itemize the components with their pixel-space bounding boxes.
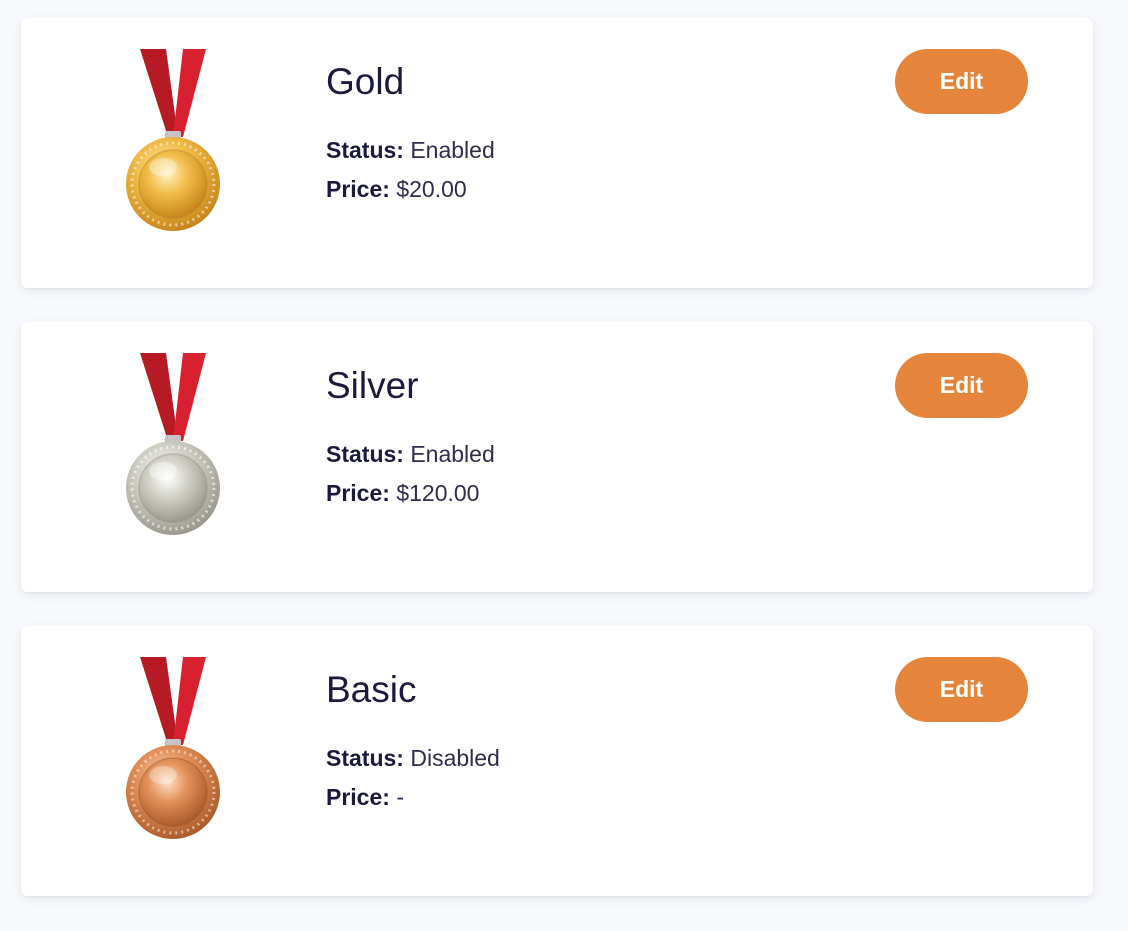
edit-button[interactable]: Edit [895,657,1028,722]
price-value: - [396,784,404,810]
price-value: $20.00 [396,176,467,202]
status-value: Enabled [410,137,495,163]
price-row: Price: $20.00 [326,175,467,203]
status-label: Status: [326,137,404,163]
edit-button[interactable]: Edit [895,353,1028,418]
price-label: Price: [326,784,390,810]
status-value: Disabled [410,745,500,771]
status-label: Status: [326,441,404,467]
plan-title: Gold [326,61,405,102]
price-label: Price: [326,480,390,506]
silver-medal-icon [117,353,229,535]
bronze-medal-icon [117,657,229,839]
status-label: Status: [326,745,404,771]
plan-card-gold: Gold Status: Enabled Price: $20.00 Edit [21,18,1093,288]
edit-button[interactable]: Edit [895,49,1028,114]
status-row: Status: Disabled [326,744,500,772]
status-value: Enabled [410,441,495,467]
price-row: Price: $120.00 [326,479,479,507]
price-row: Price: - [326,783,404,811]
status-row: Status: Enabled [326,440,495,468]
plan-title: Silver [326,365,419,406]
plan-title: Basic [326,669,417,710]
plan-card-basic: Basic Status: Disabled Price: - Edit [21,626,1093,896]
price-value: $120.00 [396,480,480,506]
plan-card-silver: Silver Status: Enabled Price: $120.00 Ed… [21,322,1093,592]
gold-medal-icon [117,49,229,231]
status-row: Status: Enabled [326,136,495,164]
price-label: Price: [326,176,390,202]
